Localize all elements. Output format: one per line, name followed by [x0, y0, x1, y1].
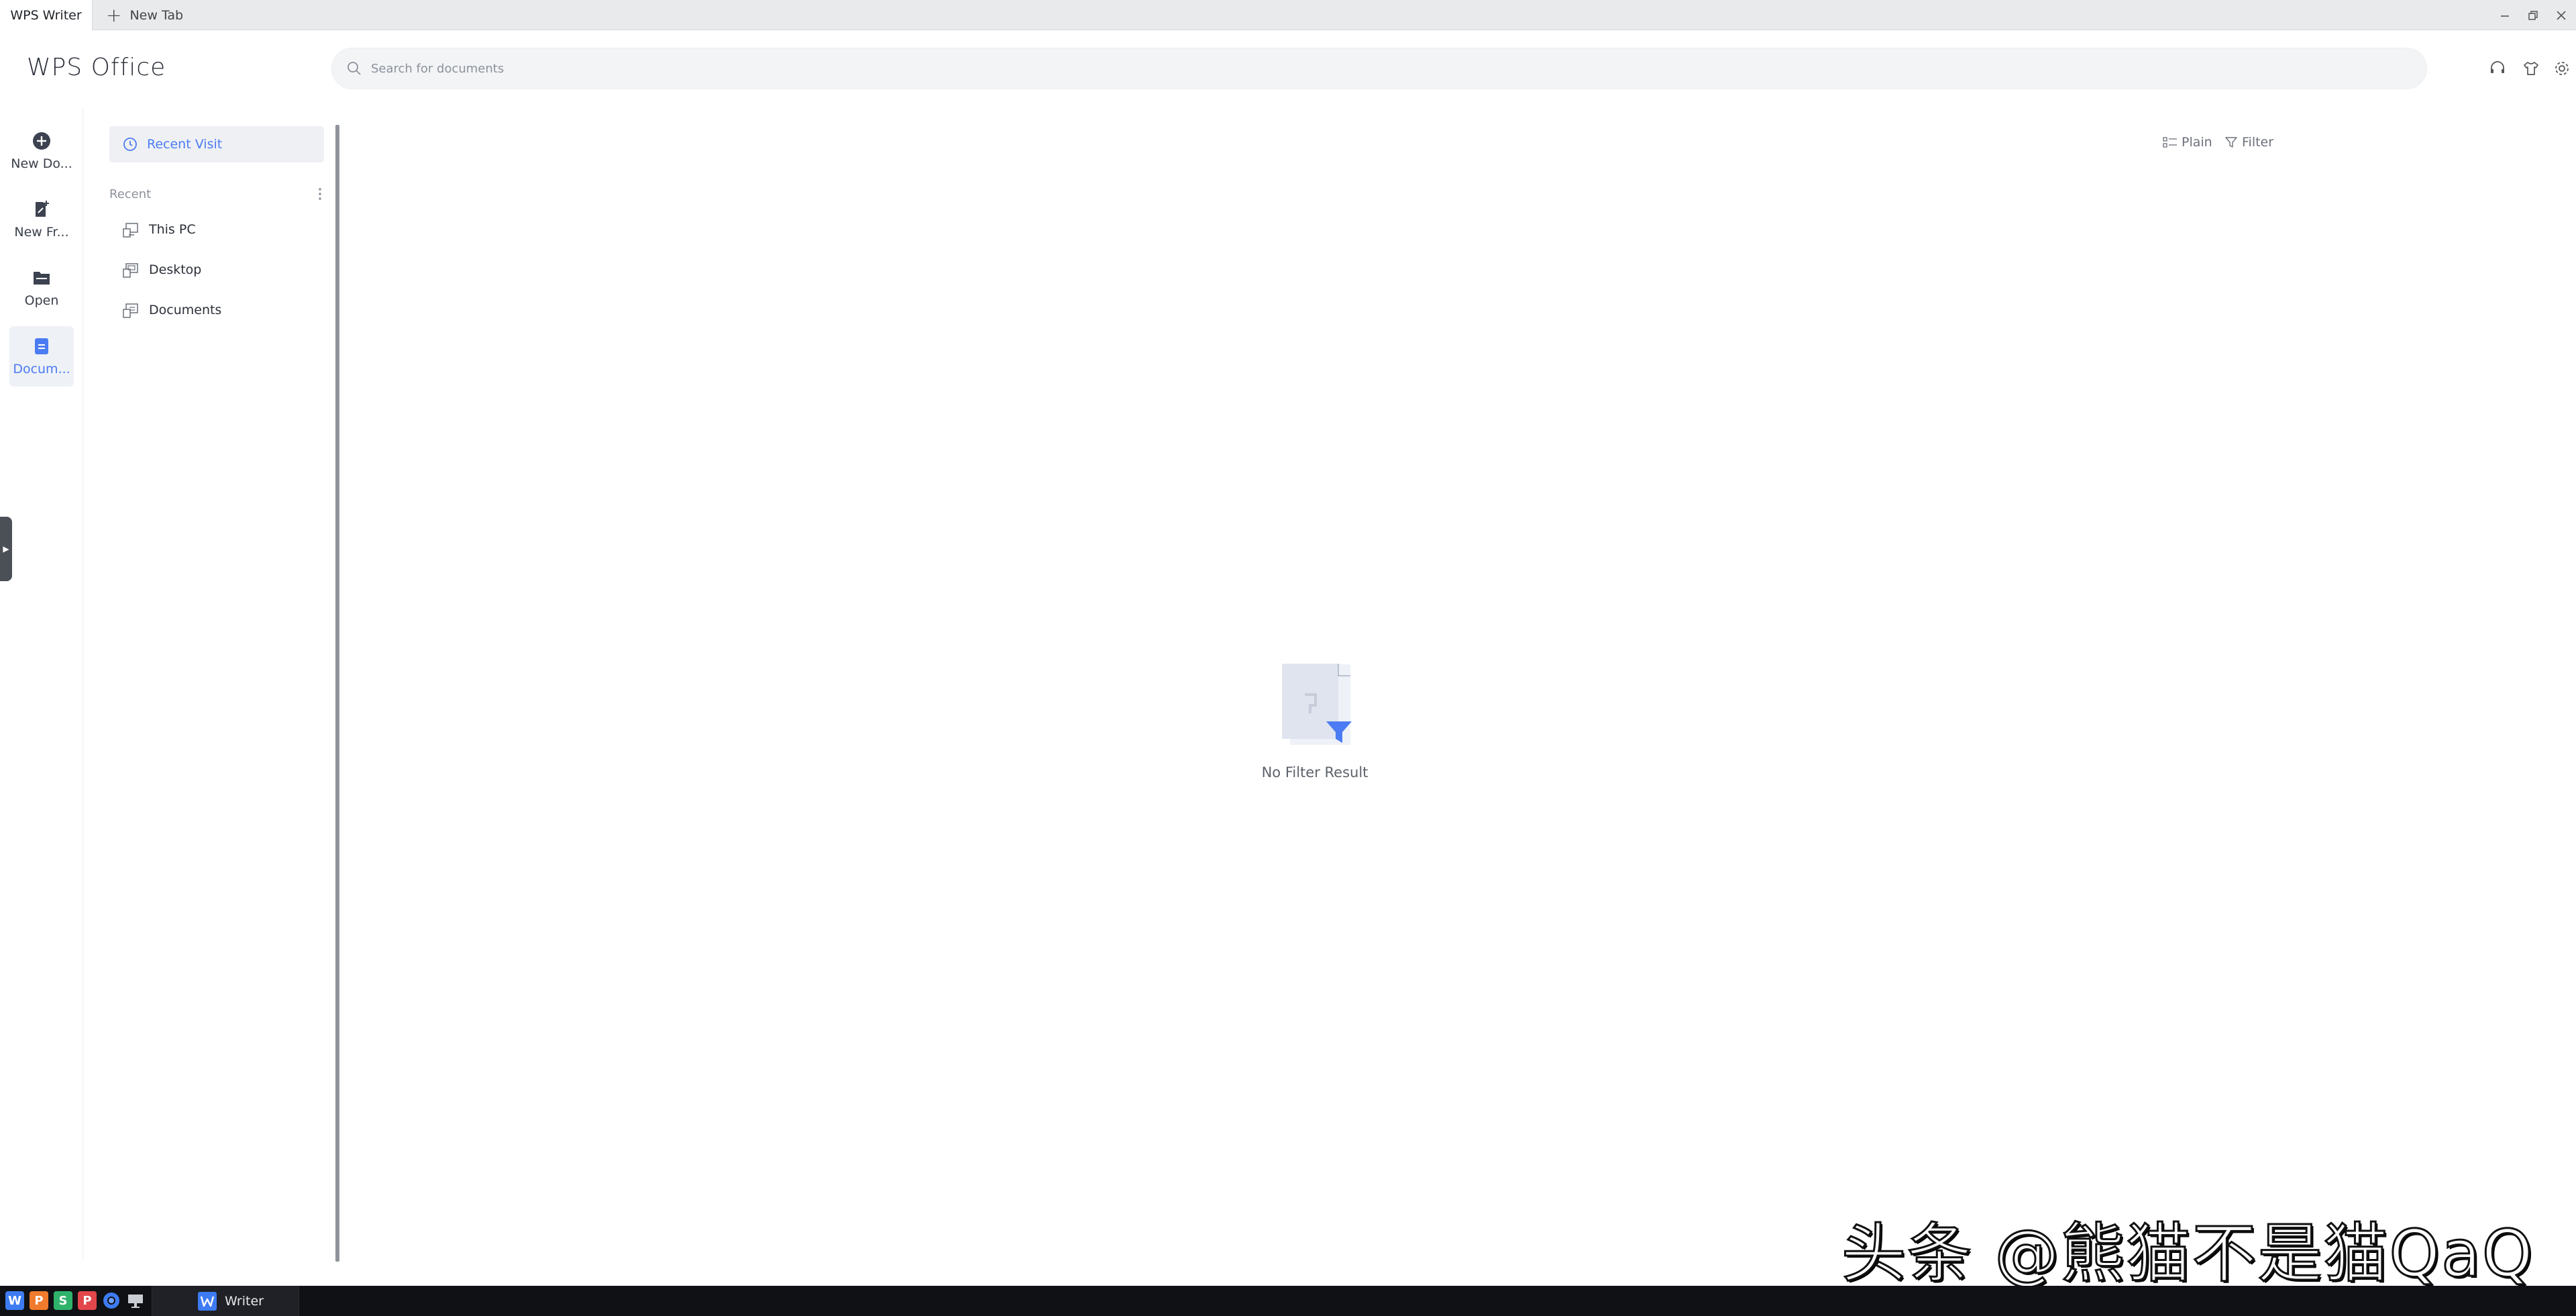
search-icon — [347, 62, 361, 75]
new-tab-button[interactable]: + New Tab — [101, 0, 189, 30]
list-view-icon — [2163, 137, 2177, 148]
arrow-right-icon: ▶ — [3, 544, 9, 554]
settings-button[interactable] — [2552, 58, 2572, 79]
rail-label-new-from: New Fr... — [14, 225, 69, 240]
launcher-pdf-icon[interactable]: P — [78, 1291, 97, 1310]
launcher-spreadsheet-icon[interactable]: S — [54, 1291, 72, 1310]
taskbar-app-writer[interactable]: Writer — [152, 1286, 299, 1316]
more-vertical-icon[interactable] — [316, 187, 324, 201]
new-from-template-button[interactable]: New Fr... — [9, 189, 74, 250]
clock-icon — [123, 138, 137, 151]
launcher-writer-icon[interactable]: W — [5, 1291, 24, 1310]
restore-icon — [2528, 10, 2538, 20]
recent-visit-label: Recent Visit — [147, 137, 223, 152]
headset-icon — [2491, 61, 2504, 73]
open-button[interactable]: Open — [9, 258, 74, 318]
tab-wps-writer[interactable]: WPS Writer — [0, 0, 93, 30]
launcher-browser-icon[interactable] — [102, 1291, 121, 1310]
search-input[interactable]: Search for documents — [331, 48, 2427, 89]
tab-bar: WPS Writer + New Tab — [0, 0, 2576, 30]
taskbar: W P S P Writer — [0, 1286, 2576, 1316]
launcher-desktop-icon[interactable] — [126, 1291, 145, 1310]
gear-icon — [2555, 62, 2569, 75]
location-label: Documents — [149, 303, 222, 317]
rail-label-documents: Docum... — [13, 362, 70, 376]
wps-office-logo: WPS Office — [27, 54, 166, 81]
shirt-icon — [2524, 62, 2538, 75]
recent-heading: Recent — [109, 187, 324, 201]
support-button[interactable] — [2487, 58, 2508, 79]
recent-visit-item[interactable]: Recent Visit — [109, 126, 324, 162]
empty-state-text: No Filter Result — [1261, 764, 1368, 780]
restore-button[interactable] — [2518, 0, 2548, 30]
search-placeholder: Search for documents — [371, 61, 504, 76]
minimize-icon — [2501, 15, 2509, 17]
view-plain-label: Plain — [2182, 135, 2212, 150]
plus-circle-icon — [33, 132, 50, 150]
left-rail: New Do... New Fr... Open Docum... — [0, 107, 83, 1262]
filter-label: Filter — [2242, 135, 2274, 150]
nav-panel: Recent Visit Recent This PC Desktop Docu… — [85, 107, 339, 1262]
view-plain-button[interactable]: Plain — [2163, 133, 2212, 152]
documents-button[interactable]: Docum... — [9, 326, 74, 387]
location-label: This PC — [149, 222, 196, 237]
rail-label-new-document: New Do... — [11, 156, 72, 171]
minimize-button[interactable] — [2490, 0, 2520, 30]
show-desktop-icon — [128, 1295, 143, 1308]
panel-resize-handle[interactable] — [335, 125, 339, 1262]
side-panel-toggle[interactable]: ▶ — [0, 517, 12, 581]
taskbar-app-label: Writer — [225, 1293, 264, 1309]
filter-icon — [2225, 137, 2237, 148]
new-from-template-icon — [36, 201, 49, 217]
launcher-presentation-icon[interactable]: P — [30, 1291, 48, 1310]
document-icon — [35, 338, 48, 354]
location-documents[interactable]: Documents — [122, 297, 221, 323]
browser-icon — [103, 1293, 119, 1309]
documents-folder-icon — [123, 303, 138, 318]
desktop-folder-icon — [123, 263, 138, 278]
new-document-button[interactable]: New Do... — [9, 121, 74, 181]
close-button[interactable] — [2546, 0, 2576, 30]
skin-button[interactable] — [2521, 58, 2541, 79]
empty-state: No Filter Result — [1261, 661, 1368, 780]
computer-icon — [123, 223, 138, 238]
plus-icon: + — [106, 3, 122, 26]
no-result-illustration — [1282, 664, 1352, 745]
close-icon — [2557, 10, 2566, 20]
folder-icon — [34, 272, 50, 285]
location-this-pc[interactable]: This PC — [122, 216, 196, 243]
writer-app-icon — [198, 1291, 217, 1311]
tab-label: WPS Writer — [10, 7, 82, 23]
rail-label-open: Open — [24, 293, 59, 308]
filter-button[interactable]: Filter — [2224, 133, 2273, 152]
recent-heading-label: Recent — [109, 187, 152, 201]
location-label: Desktop — [149, 262, 202, 277]
watermark: 头条 @熊猫不是猫QaQ — [1840, 1215, 2534, 1293]
new-tab-label: New Tab — [129, 7, 184, 23]
location-desktop[interactable]: Desktop — [122, 256, 201, 283]
